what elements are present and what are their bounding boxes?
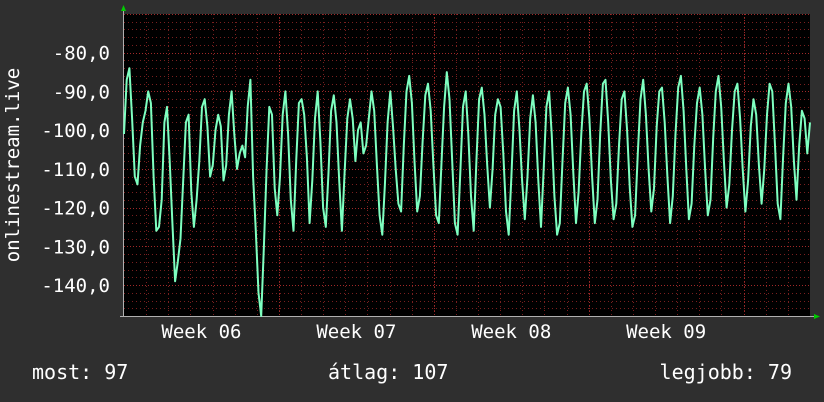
y-tick-label: -120,0 [41,198,110,220]
stat-current: most: 97 [32,360,128,384]
y-tick-label: -100,0 [41,120,110,142]
x-tick-label: Week 09 [626,321,706,343]
stat-current-value: 97 [104,360,129,384]
y-tick-label: -90,0 [53,81,110,103]
y-tick-labels: -80,0 -90,0 -100,0 -110,0 -120,0 -130,0 -140,0 [41,43,110,297]
stat-average: átlag: 107 [328,360,448,384]
y-tick-label: -80,0 [53,43,110,65]
line-chart: -80,0 -90,0 -100,0 -110,0 -120,0 -130,0 -140,0… [2,5,820,343]
stat-best: legjobb: 79 [660,360,792,384]
x-tick-label: Week 06 [161,321,241,343]
stats-footer: most: 97 átlag: 107 legjobb: 79 [0,360,824,390]
y-axis-label: onlinestream.live [2,68,24,262]
stat-current-label: most: [32,360,93,384]
x-tick-labels: Week 06 Week 07 Week 08 Week 09 [161,321,706,343]
x-tick-label: Week 08 [471,321,551,343]
stat-average-label: átlag: [328,360,401,384]
x-tick-label: Week 07 [316,321,396,343]
x-axis-arrow [814,314,820,319]
y-tick-label: -130,0 [41,236,110,258]
stat-best-value: 79 [767,360,792,384]
y-tick-label: -140,0 [41,275,110,297]
chart-container: -80,0 -90,0 -100,0 -110,0 -120,0 -130,0 -140,0… [0,0,824,402]
y-tick-label: -110,0 [41,159,110,181]
stat-best-label: legjobb: [659,360,756,384]
stat-average-value: 107 [412,360,449,384]
y-axis-arrow [121,5,126,11]
